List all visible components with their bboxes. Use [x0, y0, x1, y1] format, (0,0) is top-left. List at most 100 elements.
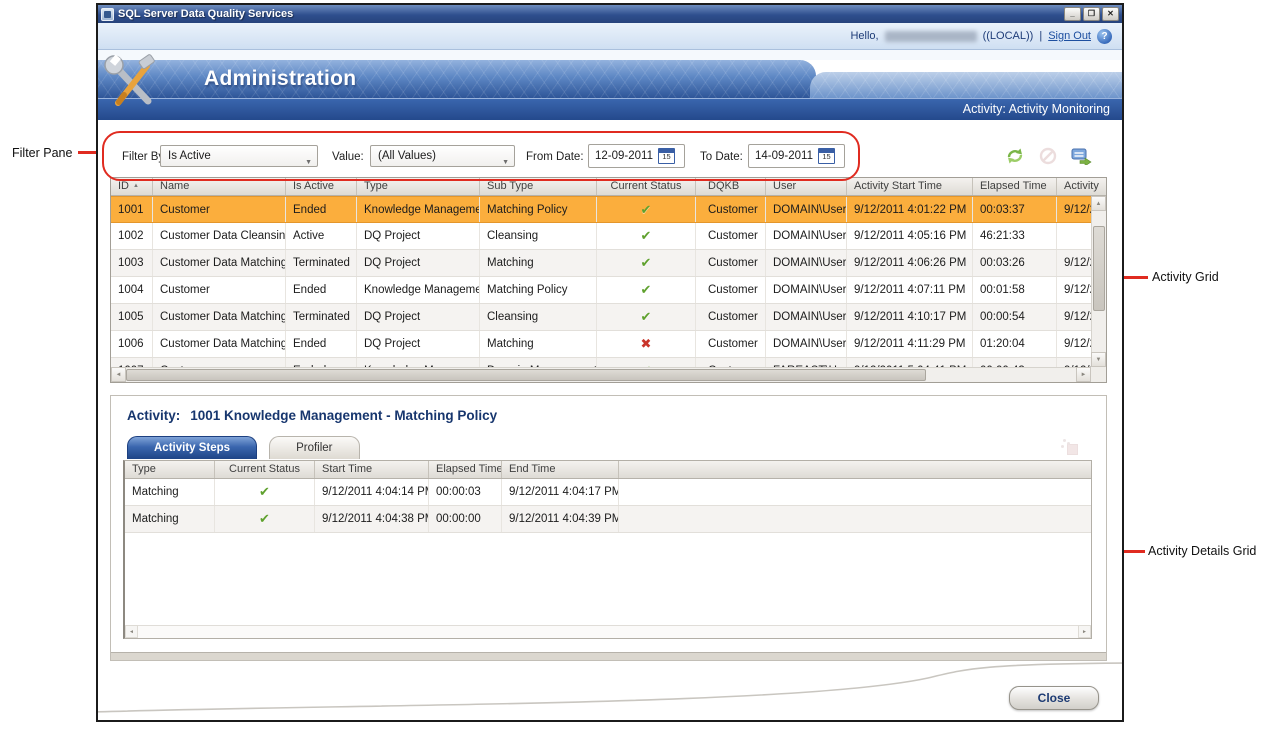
column-header-sub-type[interactable]: Sub Type	[480, 178, 597, 195]
activity-grid-body: 1001CustomerEndedKnowledge ManagementMat…	[111, 196, 1091, 367]
column-header-name[interactable]: Name	[153, 178, 286, 195]
table-row[interactable]: 1004CustomerEndedKnowledge ManagementMat…	[111, 277, 1091, 304]
success-check-icon: ✔	[641, 255, 652, 270]
cell-status: ✔	[597, 223, 696, 249]
cell-sub_type: Domain Management	[480, 358, 597, 367]
scroll-down-icon[interactable]: ▼	[1091, 352, 1106, 367]
column-header-is-active[interactable]: Is Active	[286, 178, 357, 195]
scroll-right-icon[interactable]: ►	[1076, 367, 1091, 382]
column-header-[interactable]	[619, 461, 1091, 478]
scroll-right-icon[interactable]: ►	[1078, 625, 1091, 638]
cell-elapsed_time: 00:01:58	[973, 277, 1057, 303]
cell-user: FAREAST\User	[766, 358, 847, 367]
cell-id: 1006	[111, 331, 153, 357]
help-icon[interactable]: ?	[1097, 29, 1112, 44]
cell-elapsed_time: 00:00:03	[429, 479, 502, 505]
cell-type: Matching	[125, 479, 215, 505]
cell-end_time: 9/12/20	[1057, 304, 1091, 330]
close-button[interactable]: Close	[1009, 686, 1099, 710]
cell-status: ✔	[597, 277, 696, 303]
column-header-current-status[interactable]: Current Status	[215, 461, 315, 478]
column-header-elapsed-time[interactable]: Elapsed Time	[973, 178, 1057, 195]
column-header-current-status[interactable]: Current Status	[597, 178, 696, 195]
annotation-activity-details-grid: Activity Details Grid	[1148, 544, 1256, 558]
cell-type: Matching	[125, 506, 215, 532]
scroll-up-icon[interactable]: ▲	[1091, 196, 1106, 211]
cell-dqkb: Customer	[696, 304, 766, 330]
table-row[interactable]: Matching✔9/12/2011 4:04:38 PM00:00:009/1…	[125, 506, 1091, 533]
annotation-filter-pane: Filter Pane	[12, 146, 72, 160]
window-title: SQL Server Data Quality Services	[118, 8, 1062, 20]
cell-elapsed_time: 46:21:33	[973, 223, 1057, 249]
cell-elapsed_time: 00:03:37	[973, 197, 1057, 222]
details-horizontal-scrollbar[interactable]: ◄ ►	[125, 625, 1091, 638]
cell-type: DQ Project	[357, 331, 480, 357]
table-row[interactable]: 1007CustomerEndedKnowledge ManagementDom…	[111, 358, 1091, 367]
cell-sub_type: Matching	[480, 250, 597, 276]
divider: |	[1039, 30, 1042, 42]
column-header-activity[interactable]: Activity	[1057, 178, 1106, 195]
filter-by-value: Is Active	[168, 150, 211, 162]
server-label: ((LOCAL))	[983, 30, 1034, 42]
cell-start_time: 9/12/2011 4:07:11 PM	[847, 277, 973, 303]
vertical-scroll-thumb[interactable]	[1093, 226, 1105, 311]
refresh-icon[interactable]	[1003, 145, 1027, 167]
cell-is_active: Terminated	[286, 250, 357, 276]
filter-by-dropdown[interactable]: Is Active ▼	[160, 145, 318, 167]
cell-type: Knowledge Management	[357, 277, 480, 303]
table-row[interactable]: 1005Customer Data MatchingTerminatedDQ P…	[111, 304, 1091, 331]
cell-status: ✔	[597, 197, 696, 222]
minimize-button[interactable]: _	[1064, 7, 1081, 21]
calendar-icon[interactable]: 15	[818, 148, 835, 164]
tools-icon	[102, 53, 160, 111]
success-check-icon: ✔	[641, 282, 652, 297]
cell-type: Knowledge Management	[357, 358, 480, 367]
column-header-id[interactable]: ID▲	[111, 178, 153, 195]
table-row[interactable]: 1003Customer Data MatchingTerminatedDQ P…	[111, 250, 1091, 277]
cell-user: DOMAIN\User1	[766, 331, 847, 357]
cell-user: DOMAIN\User1	[766, 277, 847, 303]
horizontal-scrollbar[interactable]: ◄ ►	[111, 367, 1091, 382]
export-icon[interactable]	[1070, 145, 1094, 167]
cell-dqkb: Customer	[696, 358, 766, 367]
activity-details-grid: TypeCurrent StatusStart TimeElapsed Time…	[123, 460, 1092, 639]
table-row[interactable]: Matching✔9/12/2011 4:04:14 PM00:00:039/1…	[125, 479, 1091, 506]
banner-right	[810, 72, 1122, 98]
column-header-type[interactable]: Type	[125, 461, 215, 478]
column-header-activity-start-time[interactable]: Activity Start Time	[847, 178, 973, 195]
calendar-icon[interactable]: 15	[658, 148, 675, 164]
restore-button[interactable]: ❐	[1083, 7, 1100, 21]
column-header-dqkb[interactable]: DQKB	[696, 178, 766, 195]
cell-elapsed_time: 01:20:04	[973, 331, 1057, 357]
cell-user: DOMAIN\User2	[766, 304, 847, 330]
table-row[interactable]: 1006Customer Data MatchingEndedDQ Projec…	[111, 331, 1091, 358]
tab-profiler[interactable]: Profiler	[269, 436, 359, 459]
tab-activity-steps[interactable]: Activity Steps	[127, 436, 257, 459]
sign-out-link[interactable]: Sign Out	[1048, 30, 1091, 42]
cell-name: Customer Data Cleansing	[153, 223, 286, 249]
to-date-input[interactable]: 14-09-2011 15	[748, 144, 845, 168]
cell-id: 1004	[111, 277, 153, 303]
column-header-elapsed-time[interactable]: Elapsed Time	[429, 461, 502, 478]
column-header-type[interactable]: Type	[357, 178, 480, 195]
column-header-user[interactable]: User	[766, 178, 847, 195]
cell-start_time: 9/12/2011 4:10:17 PM	[847, 304, 973, 330]
title-bar[interactable]: SQL Server Data Quality Services _ ❐ ✕	[98, 5, 1122, 23]
close-window-button[interactable]: ✕	[1102, 7, 1119, 21]
column-header-end-time[interactable]: End Time	[502, 461, 619, 478]
from-date-input[interactable]: 12-09-2011 15	[588, 144, 685, 168]
scroll-left-icon[interactable]: ◄	[111, 367, 126, 382]
cell-user: DOMAIN\User2	[766, 223, 847, 249]
cell-status: ✔	[215, 479, 315, 505]
value-dropdown[interactable]: (All Values) ▼	[370, 145, 515, 167]
horizontal-scroll-thumb[interactable]	[126, 369, 926, 381]
column-header-start-time[interactable]: Start Time	[315, 461, 429, 478]
cell-filler	[619, 506, 1091, 532]
cell-is_active: Ended	[286, 331, 357, 357]
success-check-icon: ✔	[641, 202, 652, 217]
cell-start_time: 9/12/2011 4:04:38 PM	[315, 506, 429, 532]
scroll-left-icon[interactable]: ◄	[125, 625, 138, 638]
table-row[interactable]: 1001CustomerEndedKnowledge ManagementMat…	[111, 196, 1091, 223]
table-row[interactable]: 1002Customer Data CleansingActiveDQ Proj…	[111, 223, 1091, 250]
vertical-scrollbar[interactable]: ▲ ▼	[1091, 196, 1106, 367]
